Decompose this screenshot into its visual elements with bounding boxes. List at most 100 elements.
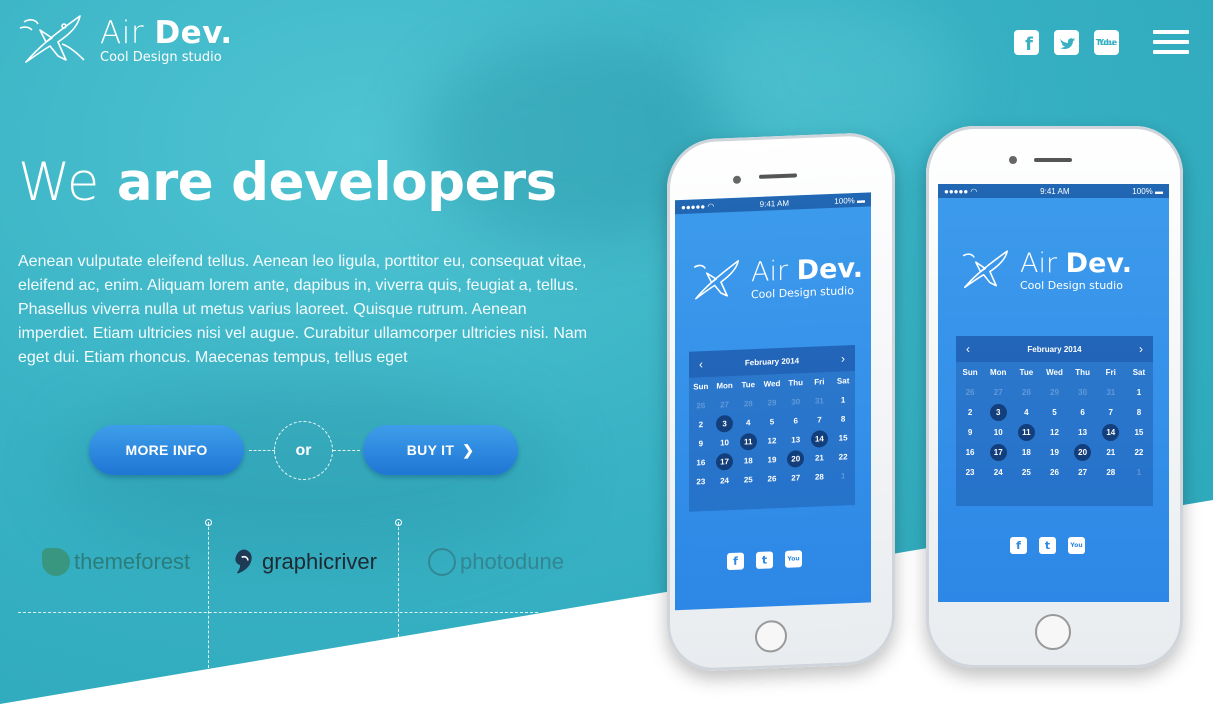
twitter-icon[interactable]: t (756, 551, 773, 570)
graphicriver-logo[interactable]: graphicriver (230, 548, 377, 576)
calendar-day[interactable]: 11 (1012, 422, 1040, 442)
facebook-glyph: f (1025, 34, 1033, 55)
calendar-day[interactable]: 16 (689, 453, 713, 473)
calendar-day[interactable]: 6 (784, 411, 808, 431)
photodune-logo[interactable]: photodune (428, 548, 564, 576)
app-brand-bold: Dev. (796, 252, 864, 286)
status-bar: ●●●●● ◠ 9:41 AM 100% ▬ (675, 192, 871, 215)
calendar-day[interactable]: 26 (689, 396, 713, 416)
calendar-day[interactable]: 9 (956, 422, 984, 442)
phone-camera (733, 175, 741, 184)
calendar-day[interactable]: 25 (1012, 462, 1040, 482)
calendar-day[interactable]: 27 (713, 395, 737, 415)
youtube-icon[interactable]: You Tube (1094, 30, 1119, 55)
calendar-day[interactable]: 20 (784, 449, 808, 469)
calendar-day[interactable]: 1 (831, 466, 855, 486)
calendar-day[interactable]: 30 (784, 392, 808, 412)
calendar-day[interactable]: 26 (1040, 462, 1068, 482)
buy-it-button[interactable]: BUY IT ❯ (363, 425, 518, 475)
calendar-day[interactable]: 24 (713, 471, 737, 491)
calendar-day[interactable]: 22 (1125, 442, 1153, 462)
calendar-day[interactable]: 14 (1097, 422, 1125, 442)
chevron-right-icon: ❯ (462, 441, 475, 458)
calendar-day[interactable]: 22 (831, 447, 855, 467)
calendar-day[interactable]: 11 (736, 432, 760, 452)
calendar-day[interactable]: 14 (808, 429, 832, 449)
calendar-day[interactable]: 30 (1069, 382, 1097, 402)
calendar-day[interactable]: 7 (1097, 402, 1125, 422)
calendar-day[interactable]: 28 (1097, 462, 1125, 482)
calendar-prev-icon[interactable]: ‹ (966, 342, 970, 356)
calendar-day[interactable]: 10 (713, 433, 737, 453)
calendar-next-icon[interactable]: › (841, 351, 845, 365)
calendar-next-icon[interactable]: › (1139, 342, 1143, 356)
calendar-day[interactable]: 28 (808, 467, 832, 487)
calendar-day[interactable]: 29 (760, 393, 784, 413)
calendar-day[interactable]: 28 (736, 394, 760, 414)
calendar-day[interactable]: 19 (760, 450, 784, 470)
calendar-day[interactable]: 5 (1040, 402, 1068, 422)
calendar-day[interactable]: 29 (1040, 382, 1068, 402)
calendar-day[interactable]: 3 (713, 414, 737, 434)
more-info-button[interactable]: MORE INFO (89, 425, 244, 475)
calendar-day[interactable]: 26 (956, 382, 984, 402)
calendar-day[interactable]: 12 (1040, 422, 1068, 442)
buy-it-label: BUY IT (406, 442, 455, 458)
phone-speaker (1034, 158, 1072, 162)
hamburger-menu-icon[interactable] (1153, 30, 1189, 54)
calendar-day[interactable]: 5 (760, 412, 784, 432)
calendar-day[interactable]: 27 (1069, 462, 1097, 482)
calendar-day[interactable]: 21 (1097, 442, 1125, 462)
youtube-icon[interactable]: You (785, 550, 802, 568)
calendar-day[interactable]: 15 (1125, 422, 1153, 442)
twitter-icon[interactable] (1054, 30, 1079, 55)
calendar-day[interactable]: 6 (1069, 402, 1097, 422)
calendar-day[interactable]: 23 (689, 472, 713, 492)
calendar-day[interactable]: 17 (984, 442, 1012, 462)
calendar-day[interactable]: 18 (1012, 442, 1040, 462)
dashed-guide-line (208, 522, 209, 668)
calendar-day[interactable]: 1 (831, 390, 855, 410)
calendar-day[interactable]: 2 (956, 402, 984, 422)
calendar-day[interactable]: 20 (1069, 442, 1097, 462)
calendar-day[interactable]: 31 (1097, 382, 1125, 402)
calendar-day[interactable]: 8 (831, 409, 855, 429)
calendar-day[interactable]: 1 (1125, 462, 1153, 482)
calendar-day[interactable]: 15 (831, 428, 855, 448)
calendar-day[interactable]: 27 (984, 382, 1012, 402)
calendar-day[interactable]: 2 (689, 415, 713, 435)
hero-intro-text: Aenean vulputate eleifend tellus. Aenean… (18, 253, 588, 366)
facebook-icon[interactable]: f (1014, 30, 1039, 55)
calendar-day[interactable]: 1 (1125, 382, 1153, 402)
calendar-day[interactable]: 16 (956, 442, 984, 462)
calendar-day[interactable]: 18 (736, 451, 760, 471)
calendar-day[interactable]: 28 (1012, 382, 1040, 402)
twitter-icon[interactable]: t (1039, 537, 1056, 554)
calendar-day[interactable]: 13 (784, 430, 808, 450)
calendar-day[interactable]: 9 (689, 434, 713, 454)
site-logo[interactable]: Air Dev. Cool Design studio (18, 12, 233, 68)
calendar-day[interactable]: 25 (736, 470, 760, 490)
calendar-day[interactable]: 8 (1125, 402, 1153, 422)
calendar-day[interactable]: 26 (760, 469, 784, 489)
calendar-day[interactable]: 12 (760, 431, 784, 451)
calendar-day[interactable]: 4 (736, 413, 760, 433)
calendar-day[interactable]: 19 (1040, 442, 1068, 462)
facebook-icon[interactable]: f (1010, 537, 1027, 554)
calendar-day[interactable]: 13 (1069, 422, 1097, 442)
calendar-widget: ‹ February 2014 › Sun Mon Tue Wed Thu Fri Sat 2… (956, 336, 1153, 506)
calendar-prev-icon[interactable]: ‹ (699, 357, 703, 371)
calendar-day[interactable]: 23 (956, 462, 984, 482)
calendar-day[interactable]: 17 (713, 452, 737, 472)
calendar-day[interactable]: 21 (808, 448, 832, 468)
facebook-icon[interactable]: f (727, 552, 744, 571)
calendar-day[interactable]: 7 (808, 410, 832, 430)
calendar-day[interactable]: 4 (1012, 402, 1040, 422)
calendar-day[interactable]: 27 (784, 468, 808, 488)
calendar-day[interactable]: 10 (984, 422, 1012, 442)
themeforest-logo[interactable]: themeforest (42, 548, 190, 576)
calendar-day[interactable]: 31 (808, 391, 832, 411)
calendar-day[interactable]: 24 (984, 462, 1012, 482)
youtube-icon[interactable]: You (1068, 537, 1085, 554)
calendar-day[interactable]: 3 (984, 402, 1012, 422)
